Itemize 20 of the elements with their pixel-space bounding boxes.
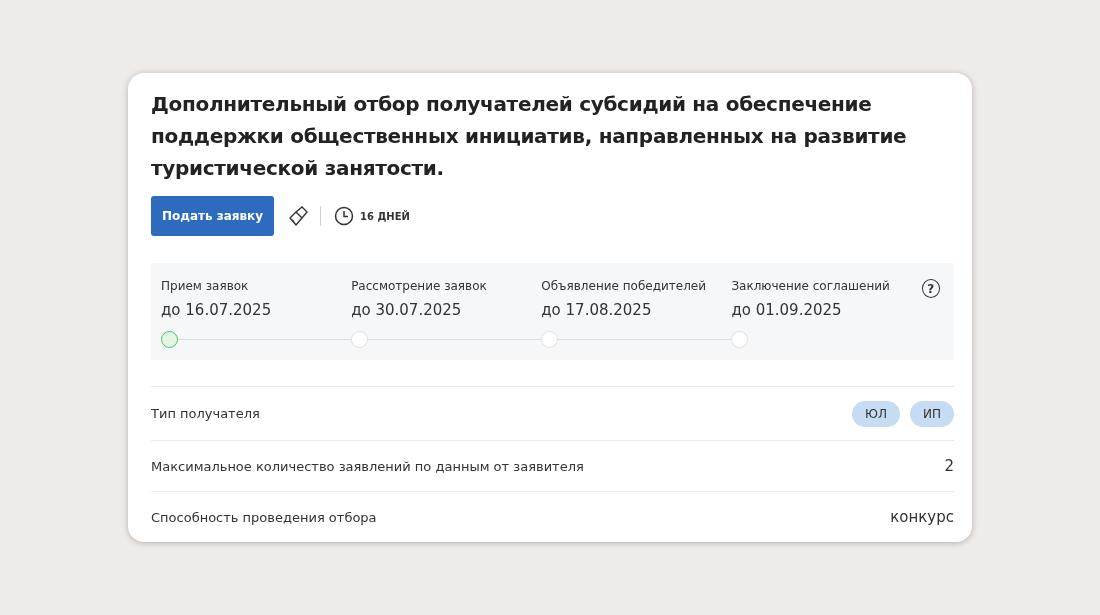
recipient-tag: ЮЛ: [852, 400, 900, 427]
stage-date: до 17.08.2025: [541, 301, 653, 319]
days-left: 16 ДНЕЙ: [360, 210, 410, 222]
stage-label: Прием заявок: [161, 279, 250, 293]
row-label: Способность проведения отбора: [151, 509, 377, 525]
row-label: Тип получателя: [151, 406, 260, 421]
stage-date: до 16.07.2025: [161, 301, 273, 319]
recipient-tag: ИП: [910, 400, 954, 427]
row-label: Максимальное количество заявлений по данным от заявителя: [151, 458, 584, 474]
stage-date: до 01.09.2025: [731, 301, 843, 319]
apply-button[interactable]: Подать заявку: [151, 196, 274, 236]
usb-drive-icon[interactable]: [288, 206, 308, 226]
stage-date: до 30.07.2025: [351, 301, 463, 319]
stage-label: Объявление победителей: [541, 279, 708, 293]
row-value: конкурс: [890, 508, 954, 526]
page-title: Дополнительный отбор получателей субсидий на обеспечение поддержки общественных инициатив, направленных на развитие туристической занятости.: [151, 91, 908, 182]
stage-label: Рассмотрение заявок: [351, 279, 488, 293]
row-value: 2: [944, 457, 954, 475]
stage-label: Заключение соглашений: [731, 279, 891, 293]
clock-icon: [334, 206, 354, 226]
